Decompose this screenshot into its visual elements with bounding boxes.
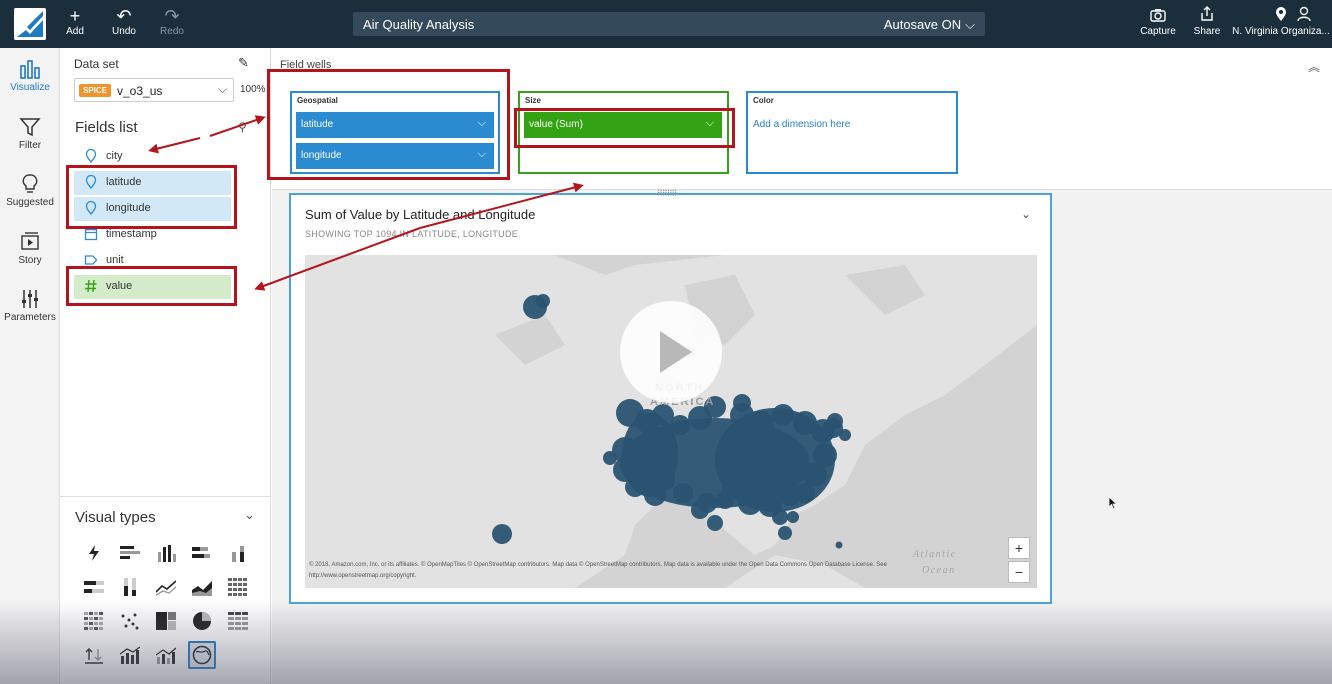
- mouse-cursor-icon: [1108, 496, 1118, 510]
- annotation-arrows: [148, 115, 584, 291]
